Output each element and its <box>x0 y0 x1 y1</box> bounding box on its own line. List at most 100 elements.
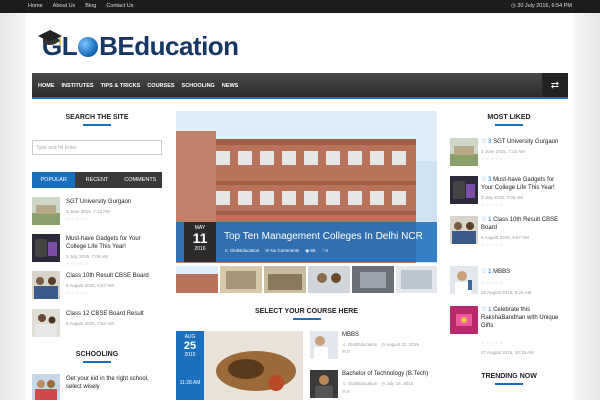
liked-post-title[interactable]: ♡ 1 Class 10th Result CBSE Board <box>481 216 558 232</box>
top-bar: Home About Us Blog Contact Us ◷ 30 July … <box>0 0 600 13</box>
nav-home[interactable]: HOME <box>38 83 55 89</box>
comment-icon: ✉ <box>265 248 270 253</box>
schooling-section-title: SCHOOLING <box>32 351 162 363</box>
tab-recent[interactable]: RECENT <box>75 172 118 188</box>
post-title[interactable]: Class 10th Result CBSE Board <box>66 272 149 280</box>
post-date: 5 August 2015, 6:57 AM <box>66 283 114 288</box>
post-tabs: POPULAR RECENT COMMENTS <box>32 172 162 188</box>
post-thumbnail[interactable] <box>32 197 60 225</box>
nav-courses[interactable]: COURSES <box>147 83 174 89</box>
top-links: Home About Us Blog Contact Us <box>28 3 134 9</box>
logo-text-part2: B <box>99 30 118 61</box>
course-title[interactable]: MBBS <box>342 331 359 339</box>
like-count: 1 <box>488 307 492 313</box>
user-icon: ☺ <box>224 248 229 253</box>
clock-icon: ◷ <box>381 342 386 347</box>
post-title[interactable]: Class 12 CBSE Board Result <box>66 310 144 318</box>
slider-thumb[interactable] <box>176 266 218 293</box>
slider-views: 95 <box>310 248 316 253</box>
post-title[interactable]: Get your kid in the right school, select … <box>66 375 149 391</box>
site-logo[interactable]: GL BEducation <box>34 28 239 64</box>
search-section-title: SEARCH THE SITE <box>32 114 162 126</box>
post-thumbnail[interactable] <box>450 138 478 166</box>
clock-icon: ◷ <box>381 381 386 386</box>
slider-author: GlobEducation <box>229 248 260 253</box>
course-thumbnail[interactable] <box>310 331 338 359</box>
comment-icon: ✉ <box>342 349 346 354</box>
tab-comments[interactable]: COMMENTS <box>119 172 162 188</box>
post-title[interactable]: SGT University Gurgaon <box>66 198 131 206</box>
comment-count: ✉ 0 <box>342 389 350 394</box>
liked-post-title[interactable]: ♡ 3 SGT University Gurgaon <box>481 138 558 146</box>
current-date: 30 July 2016, 6:54 PM <box>517 3 572 9</box>
slider-date-box: MAY 11 2016 <box>184 222 216 262</box>
post-date: 27 August 2015, 10:18 AM <box>481 350 534 355</box>
post-thumbnail[interactable] <box>32 374 60 400</box>
slider-thumb[interactable] <box>220 266 262 293</box>
post-thumbnail[interactable] <box>32 271 60 299</box>
shuffle-button[interactable]: ⇄ <box>542 73 568 97</box>
liked-post-title[interactable]: ♡ 1 Celebrate this RakshaBandhan with Uni… <box>481 306 558 330</box>
search-input[interactable]: Type and hit Enter <box>32 140 162 155</box>
post-date: 5 August 2015, 7:52 AM <box>66 321 114 326</box>
rating-stars: ☆☆☆☆☆ <box>481 202 504 207</box>
tab-popular[interactable]: POPULAR <box>32 172 76 188</box>
rating-stars: ☆☆☆☆☆ <box>66 290 89 295</box>
course-meta: ☺ GlobEducation ◷ August 22, 2015 <box>342 342 419 347</box>
like-count: 1 <box>488 269 492 275</box>
comment-count: ✉ 0 <box>342 349 350 354</box>
post-thumbnail[interactable] <box>32 234 60 262</box>
top-link-about[interactable]: About Us <box>53 3 76 9</box>
heart-icon: ♡ <box>481 177 487 183</box>
slider-thumb[interactable] <box>352 266 394 293</box>
rating-stars: ☆☆☆☆☆ <box>481 340 504 345</box>
nav-institutes[interactable]: INSTITUTES <box>62 83 94 89</box>
post-title[interactable]: Must-have Gadgets for Your College Life T… <box>66 235 141 251</box>
trending-title: TRENDING NOW <box>450 373 568 385</box>
nav-schooling[interactable]: SCHOOLING <box>182 83 215 89</box>
rating-stars: ☆☆☆☆☆ <box>66 216 89 221</box>
courses-section-title: SELECT YOUR COURSE HERE <box>176 308 437 320</box>
course-time: 11:28 AM <box>179 380 201 386</box>
nav-news[interactable]: NEWS <box>222 83 239 89</box>
slider-thumb[interactable] <box>264 266 306 293</box>
slider-likes: 0 <box>325 248 328 253</box>
page-shadow-left <box>0 13 26 400</box>
post-thumbnail[interactable] <box>450 306 478 334</box>
clock-icon: ◷ <box>510 3 516 9</box>
like-count: 1 <box>488 217 492 223</box>
liked-post-title[interactable]: ♡ 3 Must-have Gadgets for Your College Li… <box>481 176 555 192</box>
slider-year: 2016 <box>194 246 206 252</box>
post-thumbnail[interactable] <box>32 309 60 337</box>
top-link-contact[interactable]: Contact Us <box>106 3 133 9</box>
shuffle-icon: ⇄ <box>550 79 560 91</box>
top-link-blog[interactable]: Blog <box>85 3 96 9</box>
post-thumbnail[interactable] <box>450 176 478 204</box>
nav-tips[interactable]: TIPS & TRICKS <box>101 83 141 89</box>
slider-thumb[interactable] <box>396 266 437 293</box>
course-title[interactable]: Bachelor of Technology (B.Tech) <box>342 370 428 378</box>
post-thumbnail[interactable] <box>450 216 478 244</box>
top-link-home[interactable]: Home <box>28 3 43 9</box>
slider-meta: ☺ GlobEducation ✉ No Comments ◉ 95 ♡0 <box>224 248 328 254</box>
logo-text-part3: Education <box>117 30 239 61</box>
course-date-box: AUG 25 2015 11:28 AM <box>176 331 204 400</box>
heart-icon: ♡ <box>481 139 487 145</box>
post-date: 22 August 2015, 8:24 AM <box>481 290 532 295</box>
course-meta: ☺ GlobEducation ◷ July 16, 2015 <box>342 381 414 386</box>
slider-title[interactable]: Top Ten Management Colleges In Delhi NCR <box>224 231 423 242</box>
liked-post-title[interactable]: ♡ 1 MBBS <box>481 268 510 276</box>
eye-icon: ◉ <box>305 248 310 253</box>
globe-icon <box>78 36 99 57</box>
page-shadow-right <box>574 13 600 400</box>
post-thumbnail[interactable] <box>450 266 478 294</box>
slider-thumb[interactable] <box>308 266 350 293</box>
post-date: 3 July 2015, 7:06 AM <box>66 254 109 259</box>
post-date: 3 June 2015, 7:12 AM <box>66 209 110 214</box>
post-date: 5 August 2015, 6:57 AM <box>481 235 529 240</box>
like-count: 3 <box>488 139 492 145</box>
course-year: 2015 <box>184 352 196 358</box>
top-date: ◷ 30 July 2016, 6:54 PM <box>511 3 572 9</box>
course-thumbnail[interactable] <box>310 370 338 398</box>
slider-day: 11 <box>192 230 208 246</box>
